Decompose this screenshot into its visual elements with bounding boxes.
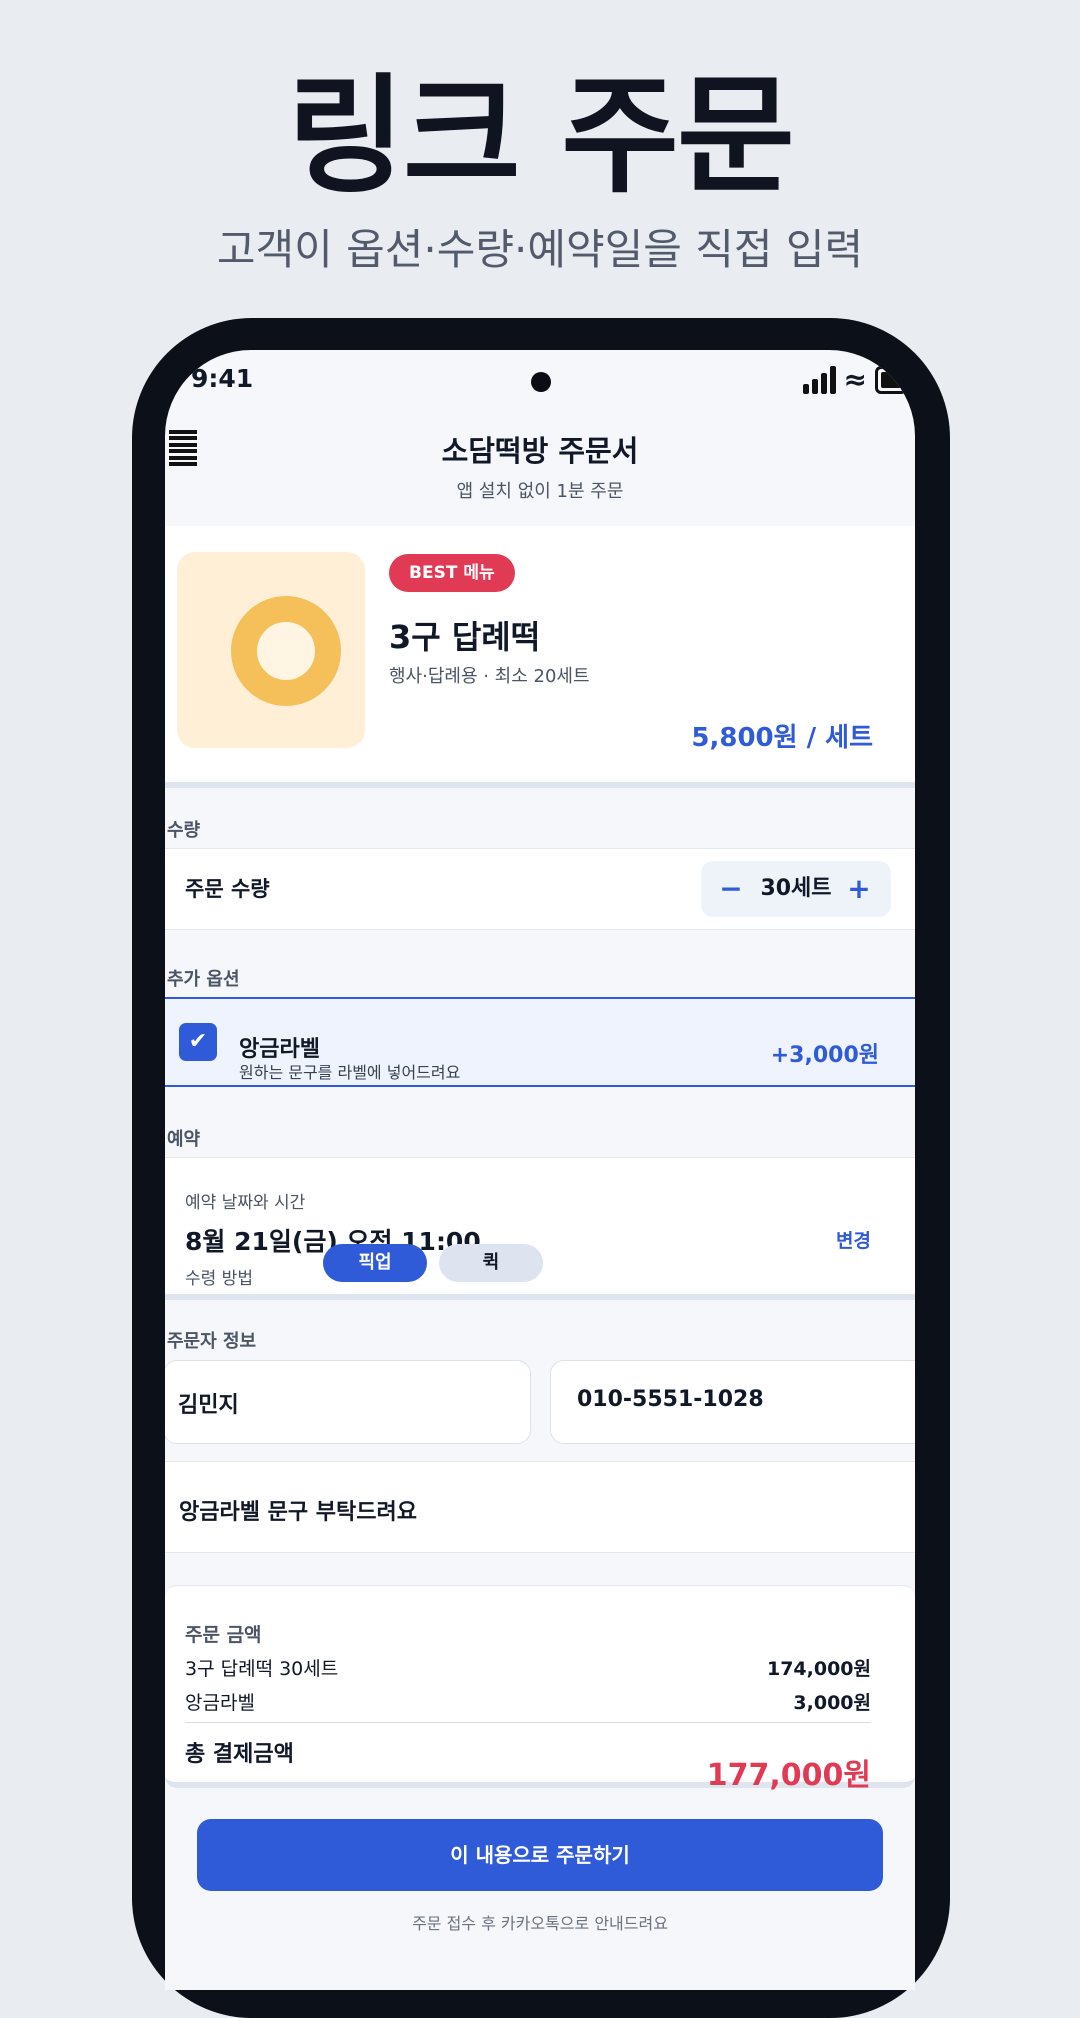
quantity-row: 주문 수량 − 30세트 + xyxy=(165,848,915,930)
section-label-options: 추가 옵션 xyxy=(167,969,240,990)
best-badge: BEST 메뉴 xyxy=(389,554,515,592)
method-pickup-button[interactable]: 픽업 xyxy=(323,1244,427,1282)
phone-value: 010-5551-1028 xyxy=(577,1387,764,1412)
receive-method-label: 수령 방법 xyxy=(185,1269,253,1289)
option-checkbox[interactable]: ✔ xyxy=(179,1023,217,1061)
increase-button[interactable]: + xyxy=(839,861,879,917)
change-reservation-button[interactable]: 변경 xyxy=(836,1226,871,1253)
reservation-card: 예약 날짜와 시간 8월 21일(금) 오전 11:00 변경 수령 방법 픽업… xyxy=(165,1157,915,1300)
battery-icon xyxy=(875,366,907,394)
memo-value: 앙금라벨 문구 부탁드려요 xyxy=(179,1500,417,1525)
name-field[interactable]: 김민지 xyxy=(165,1360,531,1444)
summary-line-label: 앙금라벨 xyxy=(185,1692,255,1714)
method-quick-button[interactable]: 퀵 xyxy=(439,1244,543,1282)
quantity-stepper: − 30세트 + xyxy=(701,861,891,917)
wifi-icon: ≈ xyxy=(843,363,867,396)
summary-divider xyxy=(185,1722,871,1723)
page-subtitle: 앱 설치 없이 1분 주문 xyxy=(456,481,624,502)
section-label-quantity: 수량 xyxy=(167,820,201,841)
quantity-value: 30세트 xyxy=(760,876,832,901)
option-item-label[interactable]: ✔ 앙금라벨 원하는 문구를 라벨에 넣어드려요 +3,000원 xyxy=(165,997,915,1087)
hero-subtitle: 고객이 옵션·수량·예약일을 직접 입력 xyxy=(216,225,864,274)
summary-line-value: 3,000원 xyxy=(793,1692,871,1714)
status-time: 9:41 xyxy=(191,364,254,393)
option-description: 원하는 문구를 라벨에 넣어드려요 xyxy=(239,1063,461,1082)
memo-field[interactable]: 앙금라벨 문구 부탁드려요 xyxy=(165,1461,915,1553)
summary-title: 주문 금액 xyxy=(185,1624,262,1646)
summary-line-label: 3구 답례떡 30세트 xyxy=(185,1658,339,1680)
submit-order-button[interactable]: 이 내용으로 주문하기 xyxy=(197,1819,883,1891)
total-value: 177,000원 xyxy=(706,1758,871,1793)
section-label-reservation: 예약 xyxy=(167,1129,201,1150)
total-label: 총 결제금액 xyxy=(185,1742,294,1767)
signal-icon xyxy=(802,366,836,394)
rice-cake-icon xyxy=(231,596,341,706)
product-name: 3구 답례떡 xyxy=(389,618,541,656)
product-description: 행사·답례용 · 최소 20세트 xyxy=(389,666,590,687)
product-image xyxy=(177,552,365,748)
product-price: 5,800원 / 세트 xyxy=(691,723,873,753)
section-label-orderer: 주문자 정보 xyxy=(167,1331,257,1352)
page-title: 소담떡방 주문서 xyxy=(441,434,639,468)
phone-screen: 9:41 ≈ 소담떡방 주문서 앱 설치 없이 1분 주문 BEST 메뉴 3구… xyxy=(165,350,915,1990)
name-value: 김민지 xyxy=(178,1393,239,1418)
reservation-label: 예약 날짜와 시간 xyxy=(185,1193,306,1213)
option-price: +3,000원 xyxy=(770,1043,879,1068)
camera-icon xyxy=(531,372,551,392)
phone-field[interactable]: 010-5551-1028 xyxy=(550,1360,915,1444)
hero-title: 링크 주문 xyxy=(287,62,795,211)
quantity-label: 주문 수량 xyxy=(185,877,270,901)
status-icons: ≈ xyxy=(802,363,907,396)
submit-footnote: 주문 접수 후 카카오톡으로 안내드려요 xyxy=(412,1914,668,1933)
order-summary: 주문 금액 3구 답례떡 30세트 174,000원 앙금라벨 3,000원 총… xyxy=(165,1585,915,1793)
summary-line-value: 174,000원 xyxy=(766,1658,871,1680)
